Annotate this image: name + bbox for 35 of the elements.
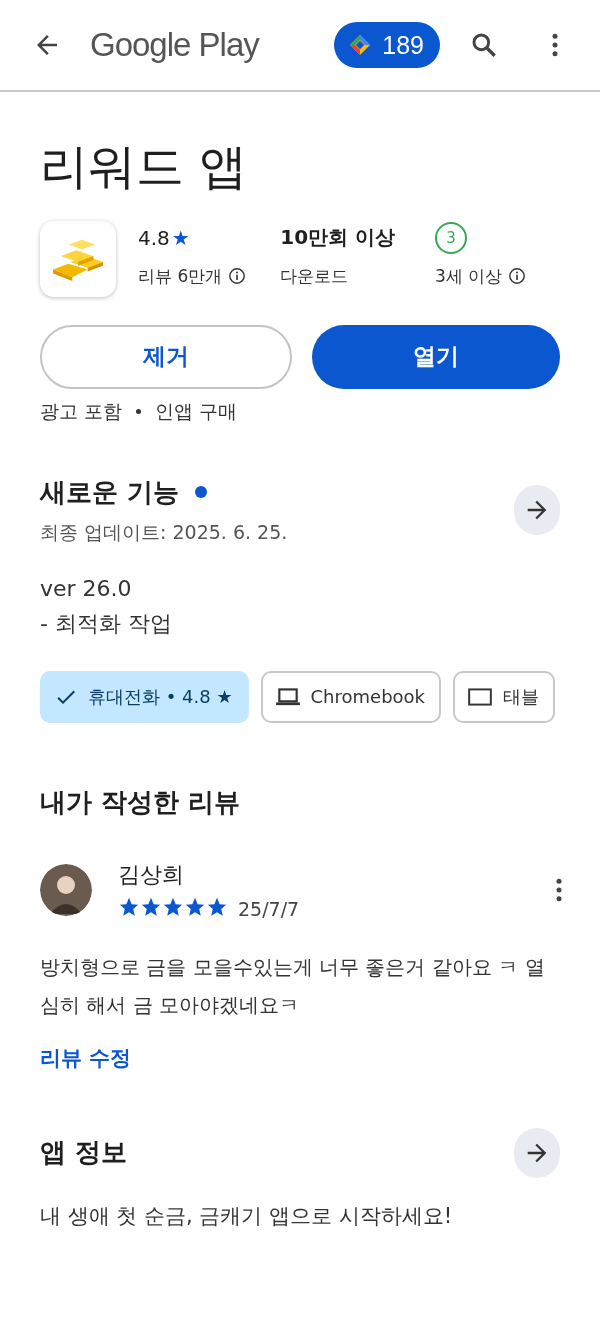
star-icon: ★ — [171, 225, 190, 250]
review-date: 25/7/7 — [238, 897, 300, 920]
section-title: 앱 정보 — [40, 1136, 128, 1170]
arrow-button[interactable] — [514, 1127, 560, 1178]
points-button[interactable]: 189 — [334, 22, 440, 68]
open-button[interactable]: 열기 — [312, 324, 560, 389]
app-description: 내 생애 첫 순금, 금캐기 앱으로 시작하세요! — [40, 1202, 454, 1230]
separator-dot — [136, 409, 142, 415]
device-chip[interactable]: 태블 — [453, 670, 556, 723]
info-icon[interactable] — [508, 267, 527, 286]
age-rating: 3세 이상 — [435, 264, 503, 288]
diamond-icon — [348, 33, 373, 57]
app-tag: 인앱 구매 — [155, 398, 238, 425]
download-label: 다운로드 — [280, 264, 349, 288]
store-logo: Google Play — [90, 26, 259, 64]
download-count: 10만회 이상 — [280, 224, 396, 252]
rating-value: 4.8 — [138, 225, 170, 250]
device-chip[interactable]: 휴대전화 • 4.8 ★ — [40, 670, 249, 723]
arrow-button[interactable] — [514, 485, 560, 536]
device-chip[interactable]: Chromebook — [260, 670, 442, 723]
release-note: ver 26.0 — [40, 575, 133, 601]
app-tag: 광고 포함 — [40, 398, 123, 425]
section-title: 내가 작성한 리뷰 — [40, 785, 242, 819]
app-title: 리워드 앱 — [40, 140, 249, 193]
avatar — [40, 863, 92, 916]
age-rating-badge: 3 — [435, 221, 468, 254]
update-date: 최종 업데이트: 2025. 6. 25. — [40, 519, 288, 545]
section-title: 새로운 기능 — [40, 475, 180, 509]
uninstall-button[interactable]: 제거 — [40, 324, 292, 389]
info-icon[interactable] — [228, 267, 247, 286]
review-count: 리뷰 6만개 — [138, 264, 223, 288]
edit-review-link[interactable]: 리뷰 수정 — [40, 1043, 132, 1072]
release-note: - 최적화 작업 — [40, 609, 173, 638]
reviewer-name: 김상희 — [118, 860, 185, 889]
review-text: 방치형으로 금을 모을수있는게 너무 좋은거 같아요 ㅋ 열심히 해서 금 모아야겠네요ㅋ — [40, 953, 546, 1019]
